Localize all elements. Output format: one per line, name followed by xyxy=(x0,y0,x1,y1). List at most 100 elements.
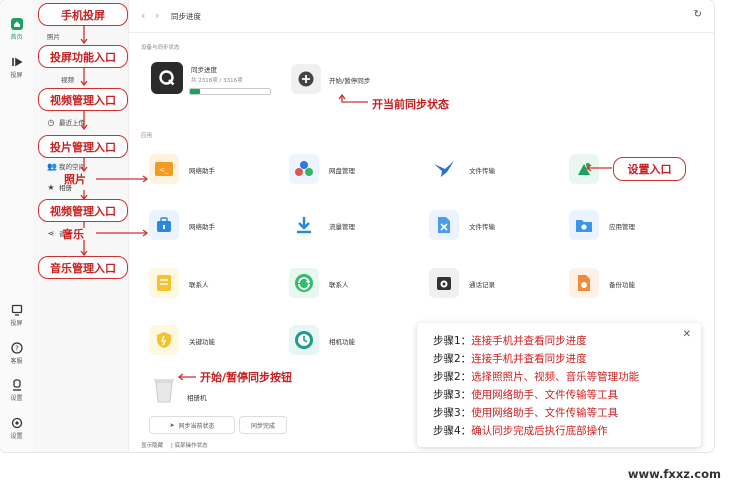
start-pause-label: 开始/暂停同步 xyxy=(329,77,371,85)
call-log-icon[interactable] xyxy=(429,268,459,298)
annotation-sync-status: 开当前同步状态 xyxy=(372,98,449,111)
sidebar-item-recent[interactable]: ◷ 最近上传 xyxy=(47,117,86,128)
app-label: 应用管理 xyxy=(609,223,635,231)
tools-section-label: 应用 xyxy=(141,133,153,139)
sync-album-button[interactable]: ➤ 同步当前状态 xyxy=(149,416,235,434)
annotation-video-mgmt: 视频管理入口 xyxy=(38,88,128,111)
sync-app-icon[interactable] xyxy=(151,62,183,94)
page-title: 同步进度 xyxy=(171,12,201,21)
network-helper-icon[interactable]: <_ xyxy=(149,154,179,184)
clock-app-icon[interactable] xyxy=(289,325,319,355)
step-line: 步骤2：选择照照片、视频、音乐等管理功能 xyxy=(433,371,640,383)
app-label: 文件传输 xyxy=(469,223,495,231)
annotation-music: 音乐 xyxy=(62,228,84,241)
plus-icon xyxy=(298,71,314,87)
rail-item-screen[interactable]: 投屏 xyxy=(0,304,33,327)
trash-icon[interactable] xyxy=(151,375,177,405)
download-icon[interactable] xyxy=(289,210,319,240)
rail-item-user[interactable]: 设置 xyxy=(0,379,33,402)
app-label: 网络助手 xyxy=(189,223,215,231)
app-label: 网络助手 xyxy=(189,167,215,175)
annotation-start-pause-btn: 开始/暂停同步按钮 xyxy=(200,371,293,384)
app-label: 网盘管理 xyxy=(329,167,355,175)
app-label: 文件传输 xyxy=(469,167,495,175)
annotation-video-mgmt-2: 视频管理入口 xyxy=(38,199,128,222)
sync-progress-title: 同步进度 xyxy=(191,66,217,74)
sync-section-label: 设备与同步状态 xyxy=(141,45,180,51)
cast-icon xyxy=(11,57,23,67)
sidebar-item-photos[interactable]: 照片 xyxy=(47,31,60,41)
rail-label-screen: 投屏 xyxy=(10,320,23,327)
clock-icon: ◷ xyxy=(47,117,55,127)
people-icon: 👥 xyxy=(47,161,57,171)
footer-left: 显示隐藏 xyxy=(141,443,164,449)
annotation-music-mgmt: 音乐管理入口 xyxy=(38,256,128,279)
sync-progress-fill xyxy=(190,89,200,94)
share-icon: ⋖ xyxy=(47,228,55,238)
sync-album-label: 同步当前状态 xyxy=(178,422,215,430)
sync-done-button[interactable]: 同步完成 xyxy=(239,416,287,434)
settings-app-icon[interactable] xyxy=(569,154,599,184)
svg-text:?: ? xyxy=(15,345,19,353)
close-icon[interactable]: ✕ xyxy=(683,329,691,340)
trash-label: 相册机 xyxy=(187,394,207,402)
step-line: 步骤1：连接手机并查看同步进度 xyxy=(433,335,587,347)
excel-file-icon[interactable] xyxy=(429,210,459,240)
contacts-sync-icon[interactable] xyxy=(289,268,319,298)
rail-item-settings[interactable]: 设置 xyxy=(0,417,33,440)
annotation-photo-mgmt: 投片管理入口 xyxy=(38,135,128,158)
contacts-note-icon[interactable] xyxy=(149,268,179,298)
footer-right: | 底部操作状态 xyxy=(171,443,208,449)
user-icon xyxy=(12,379,21,391)
q-logo-icon xyxy=(159,70,175,86)
annotation-photo: 照片 xyxy=(64,173,86,186)
shield-icon[interactable] xyxy=(149,325,179,355)
app-label: 通话记录 xyxy=(469,281,495,289)
step-line: 步骤2：连接手机并查看同步进度 xyxy=(433,353,587,365)
sync-progress-sub: 共 2318项 / 3316项 xyxy=(191,78,243,84)
sync-progress-bar xyxy=(189,88,271,95)
screen-icon xyxy=(11,304,22,316)
nav-rail: 首页 投屏 投屏 ? 客服 设置 设置 xyxy=(0,0,34,452)
svg-text:<_: <_ xyxy=(159,166,169,174)
app-label: 备份功能 xyxy=(609,281,635,289)
refresh-icon[interactable]: ↻ xyxy=(694,9,702,20)
cloud-manage-icon[interactable] xyxy=(289,154,319,184)
settings-icon xyxy=(11,417,22,429)
rail-item-cast[interactable]: 投屏 xyxy=(0,56,33,79)
steps-panel: ✕ 步骤1：连接手机并查看同步进度 步骤2：连接手机并查看同步进度 步骤2：选择… xyxy=(417,323,701,447)
app-label: 流量管理 xyxy=(329,223,355,231)
network-helper2-icon[interactable] xyxy=(149,210,179,240)
home-icon xyxy=(10,18,23,30)
app-label: 联系人 xyxy=(189,281,209,289)
annotation-phone-cast: 手机投屏 xyxy=(38,3,128,26)
app-label: 相机功能 xyxy=(329,338,355,346)
top-bar: ‹ › 同步进度 ↻ xyxy=(129,0,714,33)
rail-item-home[interactable]: 首页 xyxy=(0,18,33,41)
sync-done-label: 同步完成 xyxy=(250,422,275,430)
app-label: 联系人 xyxy=(329,281,349,289)
sidebar-label: 视频 xyxy=(61,76,74,84)
arrow-right-icon: ➤ xyxy=(169,421,175,429)
back-icon[interactable]: ‹ xyxy=(141,9,145,22)
rail-label-home: 首页 xyxy=(10,34,23,41)
step-line: 步骤3：使用网络助手、文件传输等工具 xyxy=(433,389,619,401)
sidebar-item-video[interactable]: 视频 xyxy=(61,74,74,84)
sidebar-label: 我的空间 xyxy=(59,163,85,171)
file-transfer-bird-icon[interactable] xyxy=(429,154,459,184)
rail-item-help[interactable]: ? 客服 xyxy=(0,342,33,365)
star-icon: ★ xyxy=(47,182,55,192)
sidebar-item-space[interactable]: 👥 我的空间 xyxy=(47,161,85,172)
forward-icon[interactable]: › xyxy=(155,9,159,22)
app-label: 关键功能 xyxy=(189,338,215,346)
rail-label-cast: 投屏 xyxy=(10,72,23,79)
help-icon: ? xyxy=(10,342,23,354)
rail-label-help: 客服 xyxy=(10,358,23,365)
annotation-settings-entry: 设置入口 xyxy=(613,157,686,181)
start-pause-button[interactable] xyxy=(291,64,321,94)
sidebar-label: 最近上传 xyxy=(59,119,85,127)
step-line: 步骤4：确认同步完成后执行底部操作 xyxy=(433,425,608,437)
app-manage-icon[interactable] xyxy=(569,210,599,240)
backup-icon[interactable] xyxy=(569,268,599,298)
annotation-cast-entry: 投屏功能入口 xyxy=(38,45,128,68)
